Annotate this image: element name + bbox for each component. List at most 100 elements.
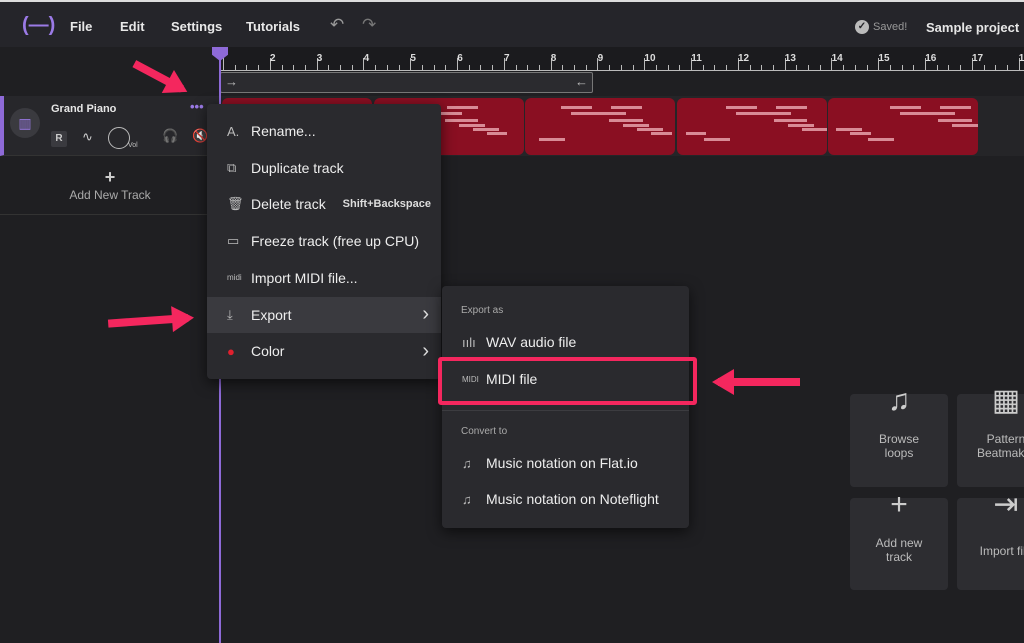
project-name[interactable]: Sample project — [926, 20, 1019, 35]
track-header[interactable]: ▥ Grand Piano R ∿ Vol ••• 🎧 🔇 — [0, 96, 220, 156]
ruler-tick — [901, 65, 903, 70]
midi-note — [611, 106, 643, 109]
browse-loops-tile[interactable]: ♫ Browse loops — [850, 380, 948, 487]
ruler-label: 3 — [316, 53, 323, 64]
menu-item-label: Export — [251, 306, 292, 323]
track-options-button[interactable]: ••• — [190, 99, 204, 114]
export-as-header: Export as — [461, 305, 504, 316]
ruler-label: 17 — [972, 53, 984, 64]
annotation-arrow-midi — [718, 378, 800, 386]
import-icon: ⇥ — [993, 488, 1019, 521]
automation-icon[interactable]: ∿ — [82, 129, 93, 145]
ruler-label: 10 — [644, 53, 656, 64]
ruler-tick — [328, 65, 330, 70]
chevron-right-icon: › — [422, 339, 429, 362]
ruler-label: 7 — [504, 53, 510, 64]
add-new-track-button[interactable]: + Add New Track — [0, 157, 220, 215]
menu-settings[interactable]: Settings — [171, 19, 222, 34]
menu-item-export[interactable]: ⤓ Export › — [207, 296, 441, 333]
menu-item-label: Delete track — [251, 196, 326, 213]
music-note-icon: ♫ — [887, 384, 911, 417]
trash-icon: 🗑 — [227, 196, 244, 212]
ruler-tick — [808, 65, 809, 70]
menu-item-freeze-track-free-up-cpu[interactable]: ▭ Freeze track (free up CPU) — [207, 223, 441, 259]
ruler-tick — [293, 65, 295, 70]
ruler-tick — [246, 65, 248, 70]
ruler-label: 5 — [410, 53, 416, 64]
timeline-ruler[interactable]: 2 3 4 5 6 7 8 9 10 11 12 13 14 15 16 17 18 — [220, 47, 1024, 71]
menu-item-duplicate-track[interactable]: ⧉ Duplicate track — [207, 150, 441, 186]
freeze-icon: ▭ — [227, 233, 240, 249]
menu-item-import-midi-file[interactable]: midi Import MIDI file... — [207, 260, 441, 296]
redo-icon[interactable]: ↷ — [362, 15, 376, 35]
ruler-tick — [538, 65, 540, 70]
ruler-label: 2 — [270, 53, 276, 64]
menu-item-delete-track[interactable]: 🗑 Delete track Shift+Backspace — [207, 186, 441, 222]
midi-clip[interactable] — [828, 98, 978, 155]
midi-clip[interactable] — [525, 98, 675, 155]
midi-note — [940, 106, 972, 109]
midi-note — [775, 106, 807, 109]
ruler-tick — [421, 65, 423, 70]
midi-note — [801, 128, 827, 131]
plus-icon: + — [890, 488, 908, 521]
midi-icon: midi — [227, 273, 242, 283]
midi-note — [952, 124, 978, 127]
download-icon: ⤓ — [227, 306, 233, 322]
ruler-tick — [1006, 65, 1008, 70]
ruler-tick — [527, 65, 529, 70]
track-name[interactable]: Grand Piano — [51, 103, 116, 115]
midi-note — [938, 119, 972, 122]
mute-icon[interactable]: 🔇 — [192, 128, 208, 144]
menu-tutorials[interactable]: Tutorials — [246, 19, 300, 34]
midi-highlight-box — [438, 357, 697, 405]
convert-to-header: Convert to — [461, 426, 508, 437]
ruler-label: 11 — [691, 53, 702, 64]
midi-note — [868, 138, 894, 141]
midi-note — [890, 106, 922, 109]
menu-item-label: Rename... — [251, 123, 316, 139]
midi-clip[interactable] — [676, 98, 827, 155]
rename-icon: A. — [227, 123, 240, 139]
loop-region[interactable]: → ← — [220, 72, 593, 93]
midi-note — [458, 124, 485, 127]
volume-knob[interactable] — [108, 127, 130, 149]
track-context-menu: A. Rename... ⧉ Duplicate track 🗑 Delete track… — [207, 104, 441, 379]
add-new-track-tile[interactable]: + Add new track — [850, 484, 948, 590]
menu-item-color[interactable]: ● Color › — [207, 333, 441, 369]
ruler-label: 4 — [363, 53, 370, 64]
menu-item-rename[interactable]: A. Rename... — [207, 113, 441, 149]
solo-headphones-icon[interactable]: 🎧 — [162, 128, 178, 144]
record-button[interactable]: R — [51, 131, 67, 147]
ruler-tick — [340, 65, 341, 70]
ruler-tick — [492, 65, 494, 70]
ruler-label: 18 — [1018, 53, 1024, 64]
loop-end-arrow-icon[interactable]: ← — [575, 74, 588, 89]
ruler-tick — [913, 65, 915, 70]
ruler-tick — [562, 65, 564, 70]
midi-note — [446, 106, 478, 109]
midi-note — [685, 132, 707, 135]
menu-file[interactable]: File — [70, 19, 92, 34]
flat-io-item[interactable]: ♫ Music notation on Flat.io — [442, 445, 689, 481]
ruler-tick — [620, 65, 622, 70]
menu-edit[interactable]: Edit — [120, 19, 145, 34]
ruler-tick — [936, 65, 938, 70]
add-track-label: Add New Track — [69, 188, 151, 202]
ruler-tick — [819, 65, 821, 70]
music-note-icon: ♫ — [462, 455, 472, 471]
ruler-tick — [667, 65, 669, 70]
ruler-tick — [351, 65, 353, 70]
ruler-tick — [772, 65, 774, 70]
pattern-beatmaker-tile[interactable]: ▦Pattern Beatmaker — [957, 380, 1024, 487]
grid-icon: ▦ — [991, 384, 1021, 417]
ruler-tick — [258, 65, 260, 70]
noteflight-item[interactable]: ♫ Music notation on Noteflight — [442, 481, 689, 517]
loop-start-arrow-icon[interactable]: → — [225, 74, 238, 89]
midi-note — [444, 119, 479, 122]
undo-icon[interactable]: ↶ — [330, 15, 344, 35]
menu-item-label: Freeze track (free up CPU) — [251, 233, 420, 250]
ruler-label: 6 — [457, 53, 463, 64]
export-wav-item[interactable]: ıılı WAV audio file — [442, 324, 689, 360]
import-file-tile[interactable]: ⇥Import file — [957, 484, 1024, 590]
